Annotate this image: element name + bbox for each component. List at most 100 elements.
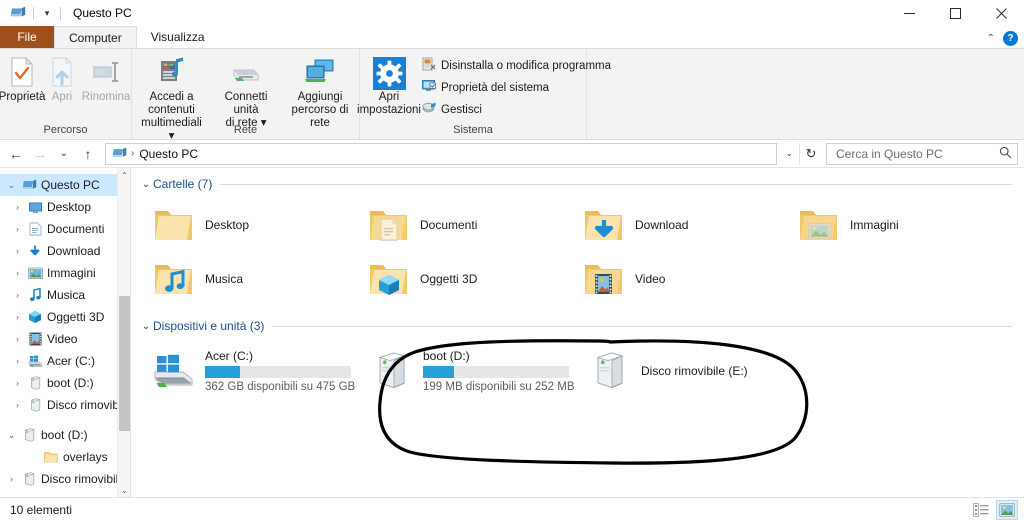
chevron-right-icon[interactable]: › <box>10 307 25 327</box>
list-item[interactable]: Desktop <box>139 198 354 252</box>
list-item[interactable]: Download <box>569 198 784 252</box>
music-icon <box>25 286 45 304</box>
folder-videos-icon <box>581 257 625 301</box>
sidebar-item-oggetti-3d[interactable]: › Oggetti 3D <box>0 306 130 328</box>
chevron-right-icon[interactable]: › <box>10 219 25 239</box>
sidebar-item-questo-pc[interactable]: ⌄ Questo PC <box>0 174 130 196</box>
sidebar-item-label: boot (D:) <box>47 376 94 390</box>
chevron-right-icon[interactable]: › <box>10 395 25 415</box>
sidebar-item-label: Immagini <box>47 266 96 280</box>
sidebar-item-disco-rimovibile-root[interactable]: › Disco rimovibile ( <box>0 468 130 490</box>
chevron-right-icon[interactable]: › <box>10 241 25 261</box>
sidebar-item-desktop[interactable]: › Desktop <box>0 196 130 218</box>
chevron-right-icon[interactable]: › <box>10 263 25 283</box>
drive-info: Disco rimovibile (E:) <box>641 364 748 378</box>
list-item-label: Oggetti 3D <box>420 272 478 286</box>
list-item[interactable]: Documenti <box>354 198 569 252</box>
maximize-button[interactable] <box>932 0 978 26</box>
details-view-button[interactable] <box>970 500 992 520</box>
videos-icon <box>25 330 45 348</box>
chevron-down-icon[interactable]: ⌄ <box>4 175 19 195</box>
sidebar-item-documenti[interactable]: › Documenti <box>0 218 130 240</box>
windows-drive-icon <box>25 352 45 370</box>
forward-button[interactable]: → <box>28 142 52 166</box>
list-item-label: Desktop <box>205 218 250 232</box>
scrollbar-thumb[interactable] <box>119 296 130 431</box>
list-item[interactable]: Immagini <box>784 198 999 252</box>
search-input[interactable] <box>834 145 999 162</box>
chevron-down-icon[interactable]: ⌄ <box>779 148 799 159</box>
list-item[interactable]: Video <box>569 252 784 306</box>
large-icons-view-button[interactable] <box>996 500 1018 520</box>
ribbon-button-apri-label: Apri <box>51 91 73 103</box>
removable-drive-icon <box>19 470 39 488</box>
ribbon-button-aggiungi-percorso-di-rete[interactable]: Aggiungi percorso di rete <box>281 52 359 130</box>
chevron-right-icon[interactable]: › <box>10 197 25 217</box>
manage-icon <box>422 101 436 118</box>
up-button[interactable]: ↑ <box>76 142 100 166</box>
back-button[interactable]: ← <box>4 142 28 166</box>
sidebar-scrollbar[interactable]: ⌃ ⌄ <box>117 168 130 497</box>
chevron-right-icon[interactable]: › <box>4 469 19 489</box>
chevron-down-icon[interactable]: ▾ <box>39 3 55 23</box>
ribbon-button-rinomina[interactable]: Rinomina <box>80 52 132 104</box>
scroll-up-arrow-icon[interactable]: ⌃ <box>118 168 130 182</box>
list-item-label: Immagini <box>850 218 899 232</box>
minimize-button[interactable] <box>886 0 932 26</box>
drive-usage-bar <box>423 366 569 378</box>
tab-file[interactable]: File <box>0 26 54 48</box>
explorer-body: ⌄ Questo PC › Desktop › Documenti › Down… <box>0 168 1024 497</box>
close-button[interactable] <box>978 0 1024 26</box>
sidebar-item-label: Questo PC <box>41 178 100 192</box>
scroll-down-arrow-icon[interactable]: ⌄ <box>118 483 130 497</box>
group-header-cartelle[interactable]: ⌄ Cartelle (7) <box>139 174 1024 194</box>
chevron-right-icon[interactable]: › <box>10 329 25 349</box>
tab-computer[interactable]: Computer <box>54 26 137 48</box>
list-item[interactable]: Oggetti 3D <box>354 252 569 306</box>
breadcrumb-current[interactable]: Questo PC <box>139 147 198 161</box>
sidebar-item-download[interactable]: › Download <box>0 240 130 262</box>
recent-locations-button[interactable]: ⌄ <box>52 142 76 166</box>
folder-downloads-icon <box>581 203 625 247</box>
chevron-right-icon[interactable]: › <box>10 373 25 393</box>
ribbon-button-apri[interactable]: Apri <box>44 52 80 104</box>
sidebar-item-musica[interactable]: › Musica <box>0 284 130 306</box>
ribbon-button-connetti-unita-di-rete[interactable]: Connetti unità di rete ▾ <box>211 52 281 130</box>
ribbon-group-percorso-label: Percorso <box>43 124 88 136</box>
breadcrumb[interactable]: › Questo PC <box>105 142 778 165</box>
folder-pictures-icon <box>796 203 840 247</box>
help-icon[interactable]: ? <box>1003 31 1018 46</box>
chevron-down-icon[interactable]: ⌄ <box>139 179 153 190</box>
search-icon[interactable] <box>999 146 1012 162</box>
content-pane[interactable]: ⌄ Cartelle (7) Desktop Documenti Downloa… <box>131 168 1024 497</box>
address-bar: ← → ⌄ ↑ › Questo PC ⌄ ↻ <box>0 140 1024 168</box>
sidebar-item-immagini[interactable]: › Immagini <box>0 262 130 284</box>
system-properties-icon <box>422 79 436 96</box>
ribbon-button-apri-impostazioni[interactable]: Apri impostazioni <box>357 52 421 117</box>
ribbon-button-proprieta[interactable]: Proprietà <box>0 52 45 104</box>
chevron-up-icon[interactable]: ⌃ <box>987 33 995 44</box>
list-item[interactable]: Musica <box>139 252 354 306</box>
drive-item[interactable]: boot (D:) 199 MB disponibili su 252 MB <box>357 342 575 400</box>
quick-access-toolbar: ▾ <box>0 0 66 26</box>
sidebar-item-boot-d-child[interactable]: › boot (D:) <box>0 372 130 394</box>
drive-item[interactable]: Acer (C:) 362 GB disponibili su 475 GB <box>139 342 357 400</box>
search-box[interactable] <box>826 142 1018 165</box>
sidebar-item-video[interactable]: › Video <box>0 328 130 350</box>
chevron-down-icon[interactable]: ⌄ <box>139 321 153 332</box>
chevron-down-icon[interactable]: ⌄ <box>4 425 19 445</box>
ribbon-group-percorso: Proprietà Apri Rinomina Percorso <box>0 49 132 139</box>
chevron-right-icon[interactable]: › <box>10 285 25 305</box>
sidebar-item-label: Oggetti 3D <box>47 310 105 324</box>
refresh-button[interactable]: ↻ <box>799 142 822 165</box>
drive-item[interactable]: Disco rimovibile (E:) <box>575 342 793 400</box>
sidebar-item-overlays[interactable]: › overlays <box>0 446 130 468</box>
tab-visualizza[interactable]: Visualizza <box>136 26 219 48</box>
sidebar-item-acer-c[interactable]: › Acer (C:) <box>0 350 130 372</box>
sidebar-item-boot-d-root[interactable]: ⌄ boot (D:) <box>0 424 130 446</box>
group-header-dispositivi-e-unita[interactable]: ⌄ Dispositivi e unità (3) <box>139 316 1024 336</box>
folder-desktop-icon <box>151 203 195 247</box>
chevron-right-icon[interactable]: › <box>10 351 25 371</box>
title-bar: ▾ Questo PC <box>0 0 1024 26</box>
sidebar-item-disco-rimovibile-child[interactable]: › Disco rimovibile <box>0 394 130 416</box>
